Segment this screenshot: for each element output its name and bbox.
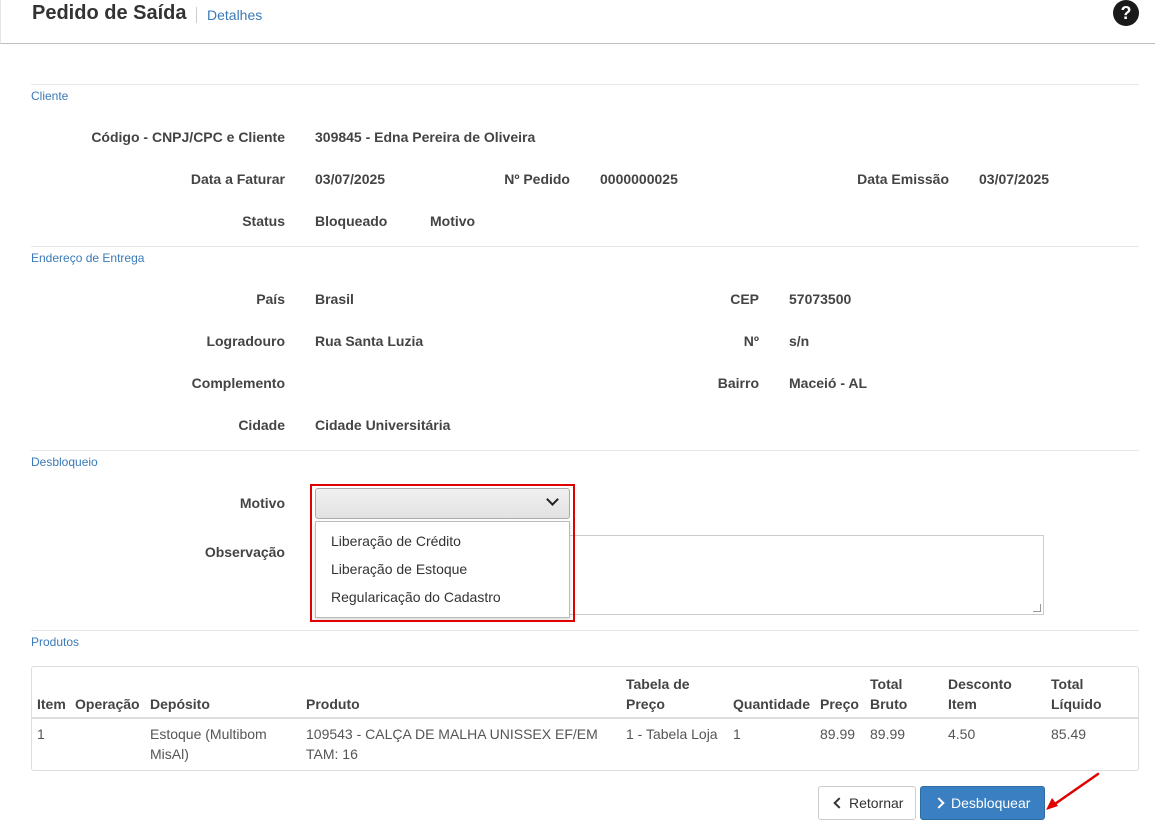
data-faturar-value: 03/07/2025 bbox=[315, 171, 386, 187]
divider bbox=[31, 246, 1139, 247]
pedido-label: Nº Pedido bbox=[504, 171, 570, 187]
col-header-tabela-line2: Preço bbox=[626, 696, 665, 712]
pedido-value: 0000000025 bbox=[600, 171, 678, 187]
cell-quantidade: 1 bbox=[733, 726, 741, 742]
col-header-deposito: Depósito bbox=[150, 696, 210, 712]
motivo-select[interactable] bbox=[315, 488, 570, 519]
col-header-total-liquido-line1: Total bbox=[1051, 676, 1084, 692]
motivo-dropdown-list: Liberação de Crédito Liberação de Estoqu… bbox=[315, 521, 570, 618]
codigo-value: 309845 - Edna Pereira de Oliveira bbox=[315, 129, 536, 145]
divider bbox=[31, 630, 1139, 631]
col-header-preco: Preço bbox=[820, 696, 859, 712]
divider bbox=[31, 450, 1139, 451]
col-header-produto: Produto bbox=[306, 696, 360, 712]
chevron-left-icon bbox=[833, 797, 845, 809]
data-emissao-label: Data Emissão bbox=[857, 171, 949, 187]
col-header-desconto-line1: Desconto bbox=[948, 676, 1012, 692]
codigo-label: Código - CNPJ/CPC e Cliente bbox=[91, 129, 285, 145]
col-header-total-liquido: Total Líquido bbox=[1051, 674, 1102, 714]
data-emissao-value: 03/07/2025 bbox=[979, 171, 1050, 187]
table-header-divider bbox=[32, 717, 1138, 719]
cell-deposito: Estoque (Multibom MisAl) bbox=[150, 724, 267, 764]
red-arrow-annotation bbox=[1046, 772, 1100, 810]
unlock-button[interactable]: Desbloquear bbox=[920, 786, 1045, 820]
col-header-total-bruto-line2: Bruto bbox=[870, 696, 908, 712]
col-header-total-bruto: Total Bruto bbox=[870, 674, 907, 714]
motivo-option[interactable]: Liberação de Crédito bbox=[331, 533, 461, 549]
return-button-label: Retornar bbox=[849, 795, 904, 811]
produtos-table: Item Operação Depósito Produto Tabela de… bbox=[31, 666, 1139, 771]
divider bbox=[31, 84, 1139, 85]
col-header-desconto: Desconto Item bbox=[948, 674, 1012, 714]
cell-produto-line1: 109543 - CALÇA DE MALHA UNISSEX EF/EM bbox=[306, 726, 598, 742]
section-label-endereco: Endereço de Entrega bbox=[31, 251, 145, 265]
cep-label: CEP bbox=[730, 291, 759, 307]
title-separator bbox=[196, 7, 197, 23]
page-header: Pedido de Saída Detalhes ? bbox=[0, 0, 1155, 44]
cell-tabela: 1 - Tabela Loja bbox=[626, 726, 718, 742]
status-label: Status bbox=[242, 213, 285, 229]
col-header-desconto-line2: Item bbox=[948, 696, 977, 712]
cidade-value: Cidade Universitária bbox=[315, 417, 451, 433]
breadcrumb[interactable]: Detalhes bbox=[207, 7, 262, 23]
col-header-tabela: Tabela de Preço bbox=[626, 674, 690, 714]
page-title: Pedido de Saída bbox=[32, 2, 187, 24]
numero-value: s/n bbox=[789, 333, 810, 349]
observacao-textarea[interactable] bbox=[570, 535, 1044, 615]
cell-produto: 109543 - CALÇA DE MALHA UNISSEX EF/EM TA… bbox=[306, 724, 598, 764]
col-header-item: Item bbox=[37, 696, 66, 712]
section-label-desbloqueio: Desbloqueio bbox=[31, 455, 98, 469]
cell-deposito-line1: Estoque (Multibom bbox=[150, 726, 267, 742]
bairro-value: Maceió - AL bbox=[789, 375, 868, 391]
col-header-operacao: Operação bbox=[75, 696, 140, 712]
data-faturar-label: Data a Faturar bbox=[190, 171, 285, 187]
col-header-total-bruto-line1: Total bbox=[870, 676, 903, 692]
numero-label: Nº bbox=[743, 333, 759, 349]
section-label-produtos: Produtos bbox=[31, 635, 80, 649]
cell-produto-line2: TAM: 16 bbox=[306, 746, 358, 762]
col-header-tabela-line1: Tabela de bbox=[626, 676, 690, 692]
motivo-label: Motivo bbox=[239, 495, 285, 511]
return-button[interactable]: Retornar bbox=[818, 786, 916, 820]
cell-total-bruto: 89.99 bbox=[870, 726, 906, 742]
motivo-option[interactable]: Regularicação do Cadastro bbox=[331, 589, 501, 605]
cell-total-liquido: 85.49 bbox=[1051, 726, 1087, 742]
chevron-down-icon bbox=[546, 493, 559, 506]
complemento-label: Complemento bbox=[191, 375, 285, 391]
observacao-label: Observação bbox=[204, 544, 285, 560]
col-header-total-liquido-line2: Líquido bbox=[1051, 696, 1102, 712]
resize-handle-icon[interactable] bbox=[1033, 604, 1041, 612]
chevron-right-icon bbox=[933, 797, 945, 809]
cell-desconto: 4.50 bbox=[948, 726, 976, 742]
cell-item: 1 bbox=[37, 726, 45, 742]
logradouro-value: Rua Santa Luzia bbox=[315, 333, 424, 349]
cell-deposito-line2: MisAl) bbox=[150, 746, 189, 762]
section-label-cliente: Cliente bbox=[31, 89, 69, 103]
pais-value: Brasil bbox=[315, 291, 354, 307]
motivo-status-label: Motivo bbox=[430, 213, 476, 229]
cell-preco: 89.99 bbox=[820, 726, 856, 742]
status-value: Bloqueado bbox=[315, 213, 388, 229]
cidade-label: Cidade bbox=[238, 417, 285, 433]
cep-value: 57073500 bbox=[789, 291, 852, 307]
logradouro-label: Logradouro bbox=[206, 333, 285, 349]
unlock-button-label: Desbloquear bbox=[951, 795, 1031, 811]
bairro-label: Bairro bbox=[717, 375, 759, 391]
help-icon[interactable]: ? bbox=[1113, 0, 1139, 26]
col-header-quantidade: Quantidade bbox=[733, 696, 811, 712]
pais-label: País bbox=[256, 291, 285, 307]
motivo-option[interactable]: Liberação de Estoque bbox=[331, 561, 467, 577]
